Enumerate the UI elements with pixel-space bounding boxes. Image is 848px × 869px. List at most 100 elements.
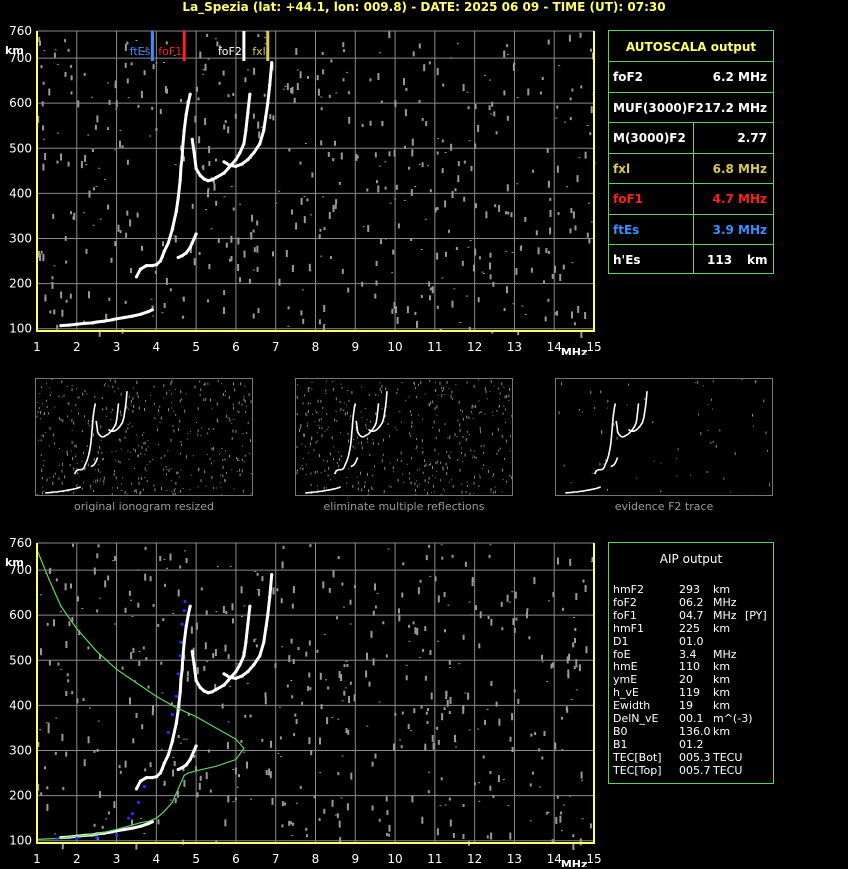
- trace-point: [184, 763, 188, 767]
- noise-dot: [295, 719, 298, 724]
- noise-dot: [309, 544, 312, 548]
- autoscala-column-divider: [693, 122, 694, 273]
- noise-dot: [425, 121, 428, 127]
- noise-dot: [205, 772, 208, 780]
- noise-dot: [581, 411, 583, 413]
- noise-dot: [328, 466, 330, 470]
- noise-dot: [569, 117, 572, 121]
- noise-dot: [342, 42, 345, 48]
- trace-point: [234, 670, 238, 674]
- noise-dot: [436, 305, 439, 309]
- noise-dot: [503, 405, 505, 407]
- noise-dot: [503, 50, 506, 58]
- noise-dot: [286, 684, 289, 688]
- noise-dot: [444, 394, 446, 396]
- noise-dot: [434, 448, 436, 452]
- noise-dot: [392, 466, 394, 470]
- noise-dot: [170, 438, 172, 442]
- noise-dot: [616, 436, 618, 440]
- noise-dot: [274, 663, 277, 669]
- noise-dot: [451, 554, 454, 558]
- noise-dot: [506, 184, 509, 192]
- noise-dot: [114, 623, 117, 625]
- noise-dot: [424, 675, 427, 681]
- noise-dot: [339, 837, 342, 843]
- noise-dot: [567, 669, 570, 677]
- noise-dot: [352, 484, 354, 488]
- noise-dot: [248, 393, 250, 396]
- noise-dot: [320, 255, 323, 257]
- noise-dot: [607, 399, 609, 403]
- trace-point: [226, 679, 230, 683]
- noise-dot: [240, 739, 243, 743]
- noise-dot: [206, 660, 209, 662]
- noise-dot: [475, 456, 477, 459]
- noise-dot: [105, 415, 107, 417]
- noise-dot: [41, 469, 43, 472]
- ionogram-plot: 100200300400500600700760km1 2 3 4 5 6 7 8 9 10 11 1…: [5, 537, 602, 867]
- aip-name: hmE: [613, 660, 638, 674]
- noise-dot: [166, 391, 168, 395]
- noise-dot: [74, 445, 76, 448]
- noise-dot: [569, 228, 572, 234]
- marker-fxl-bar: [266, 31, 270, 61]
- noise-dot: [182, 488, 184, 489]
- noise-dot: [114, 241, 117, 247]
- noise-dot: [422, 648, 425, 652]
- noise-dot: [256, 266, 259, 272]
- noise-dot: [217, 380, 219, 383]
- noise-dot: [173, 488, 175, 492]
- noise-dot: [124, 607, 127, 613]
- noise-dot: [152, 64, 155, 70]
- trace-point: [166, 241, 170, 245]
- noise-dot: [388, 485, 390, 487]
- noise-dot: [457, 458, 459, 461]
- noise-dot: [310, 750, 313, 756]
- noise-dot: [242, 433, 244, 435]
- noise-dot: [498, 406, 500, 408]
- noise-dot: [75, 404, 77, 406]
- noise-dot: [526, 608, 529, 612]
- noise-dot: [501, 491, 503, 493]
- noise-dot: [425, 555, 428, 561]
- noise-dot: [70, 450, 72, 452]
- noise-dot: [356, 436, 358, 439]
- noise-dot: [490, 380, 492, 383]
- noise-dot: [707, 404, 709, 406]
- noise-dot: [212, 653, 215, 659]
- aip-title: AIP output: [659, 552, 723, 566]
- noise-dot: [114, 391, 116, 393]
- noise-dot: [413, 382, 415, 386]
- noise-dot: [207, 432, 209, 435]
- noise-dot: [409, 477, 411, 480]
- noise-dot: [485, 390, 487, 394]
- noise-dot: [124, 760, 127, 768]
- noise-dot: [500, 601, 503, 607]
- noise-dot: [320, 107, 323, 111]
- noise-dot: [343, 664, 346, 668]
- noise-dot: [380, 239, 382, 245]
- noise-dot: [174, 798, 177, 804]
- noise-dot: [206, 454, 208, 456]
- noise-dot: [163, 558, 166, 560]
- noise-dot: [40, 454, 42, 457]
- noise-dot: [305, 827, 308, 831]
- noise-dot: [556, 105, 559, 109]
- noise-dot: [416, 480, 418, 482]
- noise-dot: [338, 465, 339, 468]
- noise-dot: [409, 472, 410, 475]
- noise-dot: [501, 434, 503, 438]
- noise-dot: [442, 466, 444, 470]
- noise-dot: [195, 622, 198, 630]
- noise-dot: [554, 265, 556, 273]
- trace-point: [226, 167, 230, 171]
- noise-dot: [416, 628, 419, 636]
- noise-dot: [249, 452, 251, 454]
- profile-point: [116, 828, 118, 831]
- noise-dot: [418, 383, 419, 386]
- noise-dot: [484, 719, 486, 725]
- noise-dot: [149, 762, 152, 768]
- x-tick-label: 11: [427, 340, 442, 354]
- noise-dot: [407, 724, 410, 730]
- noise-dot: [504, 457, 506, 460]
